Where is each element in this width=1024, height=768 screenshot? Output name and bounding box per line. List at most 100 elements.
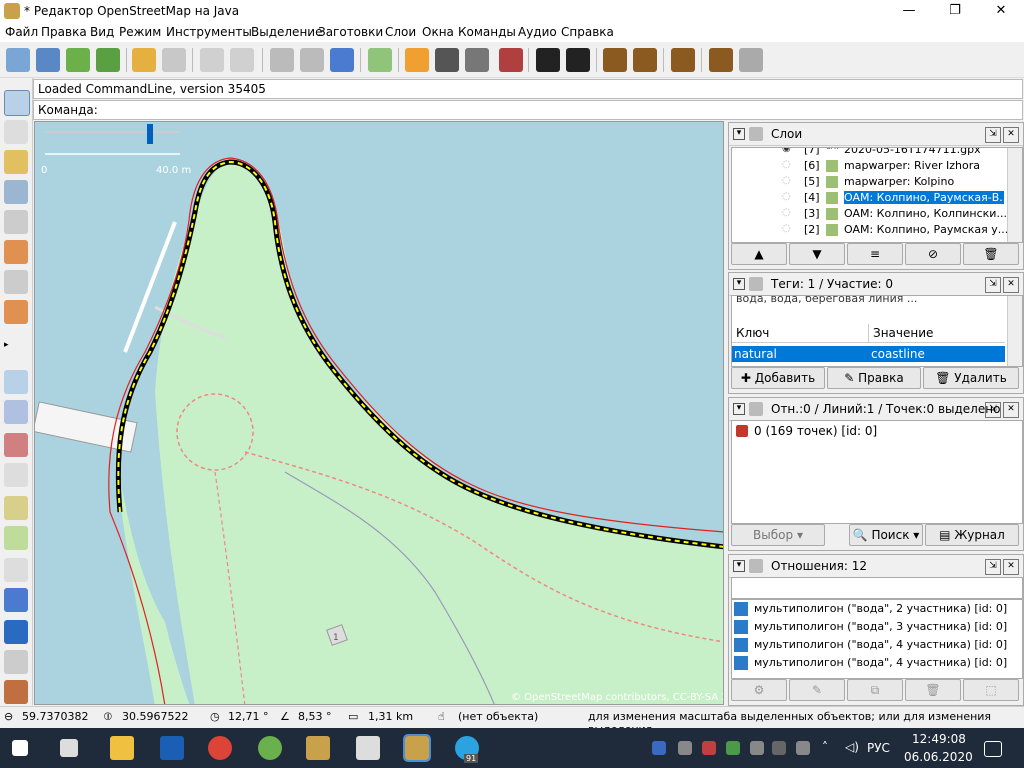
menu-tools[interactable]: Инструменты (166, 25, 252, 39)
menu-view[interactable]: Вид (90, 25, 114, 39)
highway-preset-icon[interactable] (405, 48, 429, 72)
josm-active-icon[interactable] (403, 734, 431, 762)
detach-icon[interactable]: ⇲ (985, 277, 1001, 293)
zoom-slider-thumb[interactable] (147, 124, 153, 144)
redo-icon[interactable] (162, 48, 186, 72)
collapse-icon[interactable]: ▾ (733, 278, 745, 290)
detach-icon[interactable]: ⇲ (985, 127, 1001, 143)
eye-hidden-icon[interactable]: ◌ (782, 223, 791, 234)
tray-icon[interactable] (678, 741, 692, 755)
tray-icon[interactable] (750, 741, 764, 755)
language-indicator[interactable]: РУС (867, 741, 890, 755)
orthogonalize-icon[interactable] (368, 48, 392, 72)
layers-toggle-icon[interactable] (4, 370, 28, 394)
new-file-icon[interactable] (6, 48, 30, 72)
zoom-tool-icon[interactable] (4, 180, 28, 204)
layer-row[interactable]: ◌ [4] OAM: Колпино, Раумская-В... (732, 190, 1010, 206)
more-tools-chevron-icon[interactable]: ▸ (4, 340, 28, 350)
merge-layers-button[interactable]: ≡ (847, 243, 903, 265)
selection-toggle-icon[interactable] (4, 433, 28, 457)
eye-hidden-icon[interactable]: ◌ (782, 159, 791, 170)
history-button[interactable]: ▤ Журнал (925, 524, 1019, 546)
utorrent-icon[interactable] (726, 741, 740, 755)
col-key-header[interactable]: Ключ (732, 324, 869, 343)
layer-visibility-button[interactable]: ⊘ (905, 243, 961, 265)
improve-way-tool-icon[interactable] (4, 240, 28, 264)
layers-scrollbar[interactable] (1007, 148, 1022, 242)
menu-mode[interactable]: Режим (119, 25, 161, 39)
menu-file[interactable]: Файл (5, 25, 38, 39)
select-tool-icon[interactable] (4, 90, 30, 116)
windows-start-icon[interactable] (12, 740, 28, 756)
steam-icon[interactable] (772, 741, 786, 755)
path-preset-icon[interactable] (465, 48, 489, 72)
filter-toggle-icon[interactable] (4, 650, 28, 674)
relation-item[interactable]: мультиполигон ("вода", 2 участника) [id:… (732, 600, 1022, 618)
car-icon[interactable] (536, 48, 560, 72)
add-tag-button[interactable]: ✚ Добавить (731, 367, 825, 389)
layer-row[interactable]: ◉ [7] GPX 2020-05-16T174711.gpx (732, 148, 1006, 158)
menu-windows[interactable]: Окна (422, 25, 454, 39)
building-icon[interactable] (739, 48, 763, 72)
delete-tool-icon[interactable] (4, 210, 28, 234)
layer-row[interactable]: ◌ [6] mapwarper: River Izhora (732, 158, 1006, 174)
select-members-button[interactable]: ⬚ (963, 679, 1019, 701)
parallel-way-tool-icon[interactable] (4, 270, 28, 294)
map-attribution[interactable]: © OpenStreetMap contributors, CC-BY-SA 2… (511, 692, 724, 703)
menu-audio[interactable]: Аудио (518, 25, 557, 39)
relations-filter-input[interactable] (731, 577, 1023, 599)
validator-toggle-icon[interactable] (4, 620, 28, 644)
lasso-tool-icon[interactable] (4, 120, 28, 144)
tray-icon[interactable] (796, 741, 810, 755)
search-button[interactable]: 🔍 Поиск ▾ (849, 524, 923, 546)
collapse-icon[interactable]: ▾ (733, 403, 745, 415)
extrude-tool-icon[interactable] (4, 300, 28, 324)
layers-list[interactable]: ◉ [7] GPX 2020-05-16T174711.gpx ◌ [6] mapwarpe… (731, 147, 1023, 243)
tray-icon[interactable] (652, 741, 666, 755)
download-icon[interactable] (66, 48, 90, 72)
select-button[interactable]: Выбор ▾ (731, 524, 825, 546)
close-button[interactable]: ✕ (978, 0, 1024, 22)
collapse-icon[interactable]: ▾ (733, 128, 745, 140)
factory-icon[interactable] (709, 48, 733, 72)
eye-hidden-icon[interactable]: ◌ (782, 175, 791, 186)
menu-help[interactable]: Справка (561, 25, 614, 39)
castle-icon[interactable] (671, 48, 695, 72)
command-line[interactable]: Команда: (33, 100, 1023, 120)
eye-hidden-icon[interactable]: ◌ (782, 191, 791, 202)
task-view-icon[interactable] (60, 739, 78, 757)
move-up-button[interactable]: ▲ (731, 243, 787, 265)
map-canvas[interactable]: 0 40.0 m 1 © OpenStreetMap contributors,… (35, 122, 724, 705)
layer-row[interactable]: ◌ [5] mapwarper: Kolpino (732, 174, 1006, 190)
bus-icon[interactable] (566, 48, 590, 72)
chrome-icon[interactable] (208, 736, 232, 760)
notes-toggle-icon[interactable] (4, 496, 28, 520)
layer-row[interactable]: ◌ [3] OAM: Колпино, Колпински... (732, 206, 1007, 222)
menu-edit[interactable]: Правка (41, 25, 87, 39)
conflict-toggle-icon[interactable] (4, 588, 28, 612)
chevron-up-icon[interactable]: ˄ (822, 740, 828, 754)
tags-table[interactable]: вода, вода, береговая линия ... Ключ Зна… (731, 295, 1023, 367)
close-panel-icon[interactable]: ✕ (1003, 277, 1019, 293)
relation-item[interactable]: мультиполигон ("вода", 4 участника) [id:… (732, 654, 1022, 672)
clock-date[interactable]: 06.06.2020 (904, 750, 973, 764)
layer-row[interactable]: ◌ [2] OAM: Колпино, Раумская у... (732, 222, 1008, 238)
eye-hidden-icon[interactable]: ◌ (782, 207, 791, 218)
relation-item[interactable]: мультиполигон ("вода", 3 участника) [id:… (732, 618, 1022, 636)
tray-icon[interactable] (702, 741, 716, 755)
close-panel-icon[interactable]: ✕ (1003, 559, 1019, 575)
col-value-header[interactable]: Значение (869, 324, 1005, 343)
selection-list[interactable]: 0 (169 точек) [id: 0] (731, 420, 1023, 524)
reverse-way-icon[interactable] (330, 48, 354, 72)
notepad-icon[interactable] (356, 736, 380, 760)
split-way-icon[interactable] (270, 48, 294, 72)
detach-icon[interactable]: ⇲ (985, 402, 1001, 418)
wall-preset-icon[interactable] (499, 48, 523, 72)
far-manager-icon[interactable] (160, 736, 184, 760)
close-panel-icon[interactable]: ✕ (1003, 127, 1019, 143)
clock-time[interactable]: 12:49:08 (912, 732, 966, 746)
tags-scrollbar[interactable] (1007, 296, 1022, 366)
authors-toggle-icon[interactable] (4, 680, 28, 704)
move-down-button[interactable]: ▼ (789, 243, 845, 265)
file-explorer-icon[interactable] (110, 736, 134, 760)
